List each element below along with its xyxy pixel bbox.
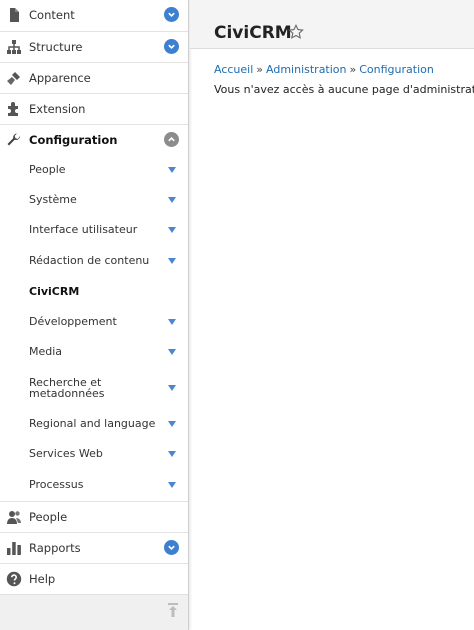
collapse-configuration-button[interactable] bbox=[164, 132, 179, 147]
menu-item-rapports[interactable]: Rapports bbox=[0, 532, 188, 563]
submenu-item-label: Recherche et metadonnées bbox=[29, 376, 105, 400]
submenu-item-interface-utilisateur[interactable]: Interface utilisateur bbox=[0, 216, 188, 247]
expand-content-button[interactable] bbox=[164, 7, 179, 22]
submenu-item-label: People bbox=[29, 163, 66, 176]
brush-icon bbox=[7, 72, 20, 85]
file-icon bbox=[10, 8, 19, 22]
caret-down-icon[interactable] bbox=[168, 349, 176, 355]
chevron-down-icon bbox=[168, 545, 175, 550]
caret-down-icon[interactable] bbox=[168, 482, 176, 488]
expand-structure-button[interactable] bbox=[164, 39, 179, 54]
menu-item-structure[interactable]: Structure bbox=[0, 31, 188, 62]
menu-item-help[interactable]: Help bbox=[0, 563, 188, 594]
star-outline-icon[interactable] bbox=[288, 24, 304, 40]
page-header: CiviCRM bbox=[190, 0, 474, 49]
submenu-item-label: Regional and language bbox=[29, 417, 156, 430]
breadcrumb-link-configuration[interactable]: Configuration bbox=[359, 63, 434, 76]
chevron-down-icon bbox=[168, 12, 175, 17]
chevron-down-icon bbox=[168, 44, 175, 49]
no-access-message: Vous n'avez accès à aucune page d'admini… bbox=[214, 83, 474, 96]
people-icon bbox=[7, 511, 21, 524]
submenu-item-media[interactable]: Media bbox=[0, 338, 188, 368]
caret-down-icon[interactable] bbox=[168, 421, 176, 427]
submenu-item-civicrm[interactable]: CiviCRM bbox=[0, 277, 188, 308]
submenu-item-label: Système bbox=[29, 193, 77, 206]
menu-item-label: People bbox=[29, 510, 68, 524]
menu-item-label: Apparence bbox=[29, 71, 91, 85]
sitemap-icon bbox=[7, 40, 21, 54]
submenu-item-label: Media bbox=[29, 345, 63, 358]
menu-item-label: Structure bbox=[29, 40, 83, 54]
breadcrumb-link-accueil[interactable]: Accueil bbox=[214, 63, 253, 76]
menu-item-label: Extension bbox=[29, 102, 86, 116]
caret-down-icon[interactable] bbox=[168, 451, 176, 457]
menu-item-configuration[interactable]: Configuration bbox=[0, 124, 188, 155]
admin-toolbar-tray: Content Structure Apparence Extension Co… bbox=[0, 0, 189, 630]
caret-down-icon[interactable] bbox=[168, 227, 176, 233]
menu-item-label: Content bbox=[29, 8, 75, 22]
submenu-item-label: Processus bbox=[29, 478, 84, 491]
submenu-item-label: Interface utilisateur bbox=[29, 223, 138, 236]
submenu-item-redaction-de-contenu[interactable]: Rédaction de contenu bbox=[0, 247, 188, 277]
breadcrumb-separator: » bbox=[256, 63, 264, 76]
menu-item-label: Configuration bbox=[29, 133, 118, 147]
submenu-item-systeme[interactable]: Système bbox=[0, 186, 188, 216]
help-icon bbox=[6, 571, 22, 587]
menu-item-apparence[interactable]: Apparence bbox=[0, 62, 188, 93]
submenu-item-recherche-et-metadonnees[interactable]: Recherche et metadonnées bbox=[0, 368, 188, 409]
menu-item-label: Help bbox=[29, 572, 56, 586]
submenu-item-regional-and-language[interactable]: Regional and language bbox=[0, 409, 188, 439]
caret-down-icon[interactable] bbox=[168, 319, 176, 325]
expand-rapports-button[interactable] bbox=[164, 540, 179, 555]
breadcrumb-link-administration[interactable]: Administration bbox=[266, 63, 347, 76]
submenu-item-label: Développement bbox=[29, 315, 117, 328]
menu-item-people[interactable]: People bbox=[0, 501, 188, 532]
menu-item-extension[interactable]: Extension bbox=[0, 93, 188, 124]
bar-chart-icon bbox=[7, 542, 21, 555]
page-title: CiviCRM bbox=[214, 23, 292, 43]
breadcrumb: Accueil» Administration» Configuration bbox=[214, 63, 434, 76]
caret-down-icon[interactable] bbox=[168, 197, 176, 203]
caret-down-icon[interactable] bbox=[168, 167, 176, 173]
wrench-icon bbox=[7, 133, 21, 146]
submenu-item-services-web[interactable]: Services Web bbox=[0, 439, 188, 470]
submenu-item-label: Rédaction de contenu bbox=[29, 254, 150, 267]
collapse-sidebar-icon[interactable] bbox=[167, 602, 179, 618]
menu-item-label: Rapports bbox=[29, 541, 81, 555]
submenu-item-developpement[interactable]: Développement bbox=[0, 308, 188, 338]
submenu-item-people[interactable]: People bbox=[0, 155, 188, 186]
submenu-item-label: CiviCRM bbox=[29, 285, 80, 298]
puzzle-icon bbox=[8, 102, 18, 116]
breadcrumb-separator: » bbox=[349, 63, 357, 76]
sidebar-footer bbox=[0, 594, 188, 630]
chevron-up-icon bbox=[168, 137, 175, 142]
submenu-item-processus[interactable]: Processus bbox=[0, 470, 188, 501]
caret-down-icon[interactable] bbox=[168, 258, 176, 264]
menu-item-content[interactable]: Content bbox=[0, 0, 188, 31]
submenu-item-label: Services Web bbox=[29, 447, 103, 460]
caret-down-icon[interactable] bbox=[168, 385, 176, 391]
